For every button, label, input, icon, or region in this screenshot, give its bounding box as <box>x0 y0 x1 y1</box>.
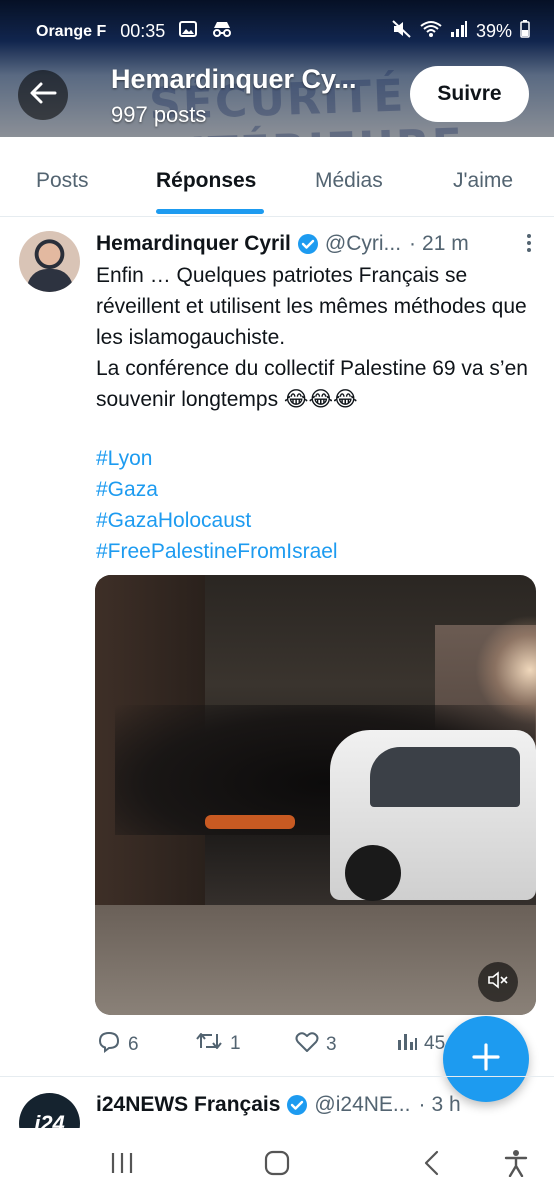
tweet-video[interactable] <box>95 575 536 1015</box>
tweet-text-line: Enfin … Quelques patriotes Français se r… <box>96 264 527 349</box>
mute-icon <box>392 20 412 43</box>
battery-level: 39% <box>475 21 512 41</box>
tweet-time[interactable]: 21 m <box>422 232 469 256</box>
incognito-icon <box>211 20 233 43</box>
tab-media[interactable]: Médias <box>315 169 383 193</box>
tweet-header: Hemardinquer Cyril @Cyri... · 21 m <box>96 229 536 259</box>
verified-badge-icon <box>297 233 319 255</box>
recent-apps-icon[interactable] <box>102 1148 142 1178</box>
separator: · <box>409 232 417 255</box>
video-mute-button[interactable] <box>478 962 518 1002</box>
retweet-count: 1 <box>230 1033 241 1054</box>
tab-replies[interactable]: Réponses <box>156 169 256 193</box>
author-name[interactable]: Hemardinquer Cyril <box>96 232 291 256</box>
views-button[interactable]: 45 <box>396 1030 445 1058</box>
post-count: 997 posts <box>111 102 207 127</box>
tweet-divider <box>0 1076 554 1077</box>
video-car-wheel <box>345 845 401 901</box>
status-bar: Orange F 00:35 39% <box>0 14 554 54</box>
tweet-header: i24NEWS Français @i24NE... · 3 h <box>96 1090 536 1120</box>
verified-badge-icon <box>286 1094 308 1116</box>
like-count: 3 <box>326 1034 337 1055</box>
view-count: 45 <box>424 1033 446 1054</box>
analytics-icon <box>396 1030 418 1058</box>
system-nav-bar <box>0 1128 554 1200</box>
video-scooter <box>205 815 295 829</box>
profile-tabs: Posts Réponses Médias J'aime <box>0 137 554 217</box>
hashtag-link[interactable]: #GazaHolocaust <box>96 505 338 536</box>
tweet-time[interactable]: 3 h <box>431 1093 460 1117</box>
profile-name-title: Hemardinquer Cy... <box>111 64 357 94</box>
volume-off-icon <box>487 970 509 994</box>
arrow-left-icon <box>29 81 57 110</box>
avatar-figure <box>27 269 73 292</box>
active-tab-indicator <box>156 209 264 214</box>
tab-likes[interactable]: J'aime <box>453 169 513 193</box>
reply-button[interactable]: 6 <box>96 1030 139 1060</box>
accessibility-icon[interactable] <box>496 1148 536 1178</box>
hashtag-list: #Lyon #Gaza #GazaHolocaust #FreePalestin… <box>96 443 338 567</box>
hashtag-link[interactable]: #FreePalestineFromIsrael <box>96 536 338 567</box>
author-handle[interactable]: @i24NE... <box>314 1093 410 1117</box>
carrier-label: Orange F <box>36 22 107 40</box>
gallery-icon <box>179 21 198 42</box>
retweet-icon <box>194 1030 224 1058</box>
author-handle[interactable]: @Cyri... <box>325 232 401 256</box>
reply-icon <box>96 1030 122 1060</box>
author-name[interactable]: i24NEWS Français <box>96 1093 280 1117</box>
plus-icon <box>471 1042 501 1077</box>
tweet-text: Enfin … Quelques patriotes Français se r… <box>96 260 541 415</box>
hashtag-link[interactable]: #Lyon <box>96 443 338 474</box>
follow-button[interactable]: Suivre <box>410 66 529 122</box>
heart-icon <box>294 1030 320 1060</box>
battery-icon <box>520 20 530 43</box>
video-ground <box>95 905 536 1015</box>
clock: 00:35 <box>120 21 166 41</box>
tweet-text-line: La conférence du collectif Palestine 69 … <box>96 357 528 411</box>
like-button[interactable]: 3 <box>294 1030 337 1060</box>
back-button[interactable] <box>18 70 68 120</box>
back-nav-icon[interactable] <box>412 1148 452 1178</box>
home-icon[interactable] <box>257 1148 297 1178</box>
separator: · <box>418 1093 426 1116</box>
wifi-icon <box>420 20 442 43</box>
signal-icon <box>450 21 468 42</box>
avatar[interactable] <box>19 231 80 292</box>
retweet-button[interactable]: 1 <box>194 1030 241 1058</box>
video-car-window <box>370 747 520 807</box>
reply-count: 6 <box>128 1034 139 1055</box>
tab-posts[interactable]: Posts <box>36 169 89 193</box>
hashtag-link[interactable]: #Gaza <box>96 474 338 505</box>
more-options-icon[interactable] <box>526 233 532 259</box>
